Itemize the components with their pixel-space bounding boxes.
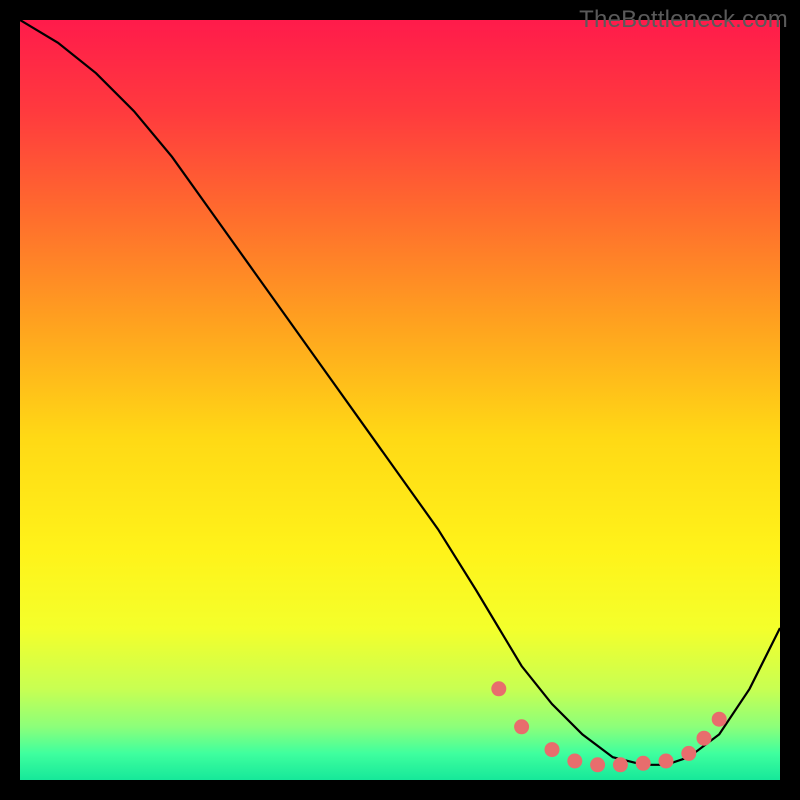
data-dot	[591, 758, 605, 772]
data-dot	[492, 682, 506, 696]
data-dot	[545, 743, 559, 757]
plot-area	[20, 20, 780, 780]
data-dot	[697, 731, 711, 745]
data-dot	[712, 712, 726, 726]
data-dot	[636, 756, 650, 770]
gradient-background	[20, 20, 780, 780]
chart-frame: TheBottleneck.com	[0, 0, 800, 800]
watermark-text: TheBottleneck.com	[579, 6, 788, 34]
data-dot	[568, 754, 582, 768]
data-dot	[613, 758, 627, 772]
data-dot	[659, 754, 673, 768]
data-dot	[515, 720, 529, 734]
chart-svg	[20, 20, 780, 780]
data-dot	[682, 746, 696, 760]
